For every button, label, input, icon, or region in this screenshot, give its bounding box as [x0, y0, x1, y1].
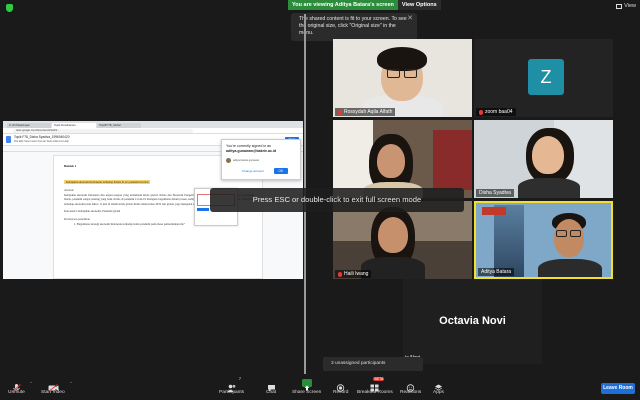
- bakrie-logo-icon: [482, 207, 506, 215]
- signin-ok-button: OK: [273, 168, 288, 174]
- breakout-rooms-button[interactable]: BETA Breakout Rooms: [357, 377, 393, 395]
- participants-count: 7: [238, 377, 242, 381]
- browser-url: docs.google.com/document/d/1wZ3...: [13, 128, 193, 133]
- share-screen-icon: [301, 379, 312, 391]
- background-cloth: [433, 130, 472, 190]
- participant-face: [532, 136, 564, 174]
- participant-face: [554, 219, 584, 257]
- video-tile[interactable]: Rossydah Aqila Alfath: [333, 39, 472, 117]
- zoom-meeting-screen: You are viewing Aditya Batara's screen V…: [0, 0, 640, 400]
- security-shield-icon[interactable]: [6, 4, 13, 12]
- signin-popup: You're currently signed in as aditya.gun…: [221, 139, 301, 180]
- video-tile-no-video[interactable]: Octavia Novi ia Novi: [403, 279, 542, 364]
- signin-email: aditya.gunawan@bakrie.ac.id: [226, 149, 277, 153]
- doc-comment-button: [197, 208, 209, 211]
- participant-name-label: Haili Iwang: [344, 271, 369, 277]
- viewing-banner: You are viewing Aditya Batara's screen V…: [288, 0, 441, 10]
- video-tile[interactable]: Disha Syadiva: [474, 120, 613, 198]
- video-tile[interactable]: [333, 120, 472, 198]
- chevron-up-icon[interactable]: ^: [70, 380, 72, 385]
- participant-face: [377, 144, 405, 178]
- participant-name: zoom baa04: [476, 108, 516, 116]
- participants-button[interactable]: 7 Participants: [219, 377, 244, 395]
- participant-name-label: zoom baa04: [485, 109, 513, 115]
- apps-icon: [434, 379, 443, 391]
- smile-icon: [406, 379, 415, 392]
- participant-body: [538, 259, 602, 277]
- glasses: [404, 69, 417, 78]
- fit-screen-tooltip: The shared content is fit to your screen…: [291, 13, 417, 41]
- signin-account: aditya.batara.gunawan: [226, 158, 296, 163]
- view-button-label: View: [624, 3, 636, 9]
- doc-highlighted-title: Kebijakan ekonomi Indonesia terhadap Kri…: [64, 180, 151, 184]
- participant-name: Disha Syadiva: [476, 189, 514, 197]
- mic-muted-icon: [338, 271, 342, 277]
- view-options-button[interactable]: View Options: [397, 0, 441, 10]
- glasses: [556, 230, 567, 237]
- leave-room-button[interactable]: Leave Room: [601, 383, 635, 394]
- video-tile[interactable]: Z zoom baa04: [474, 39, 613, 117]
- participant-name-label: Rossydah Aqila Alfath: [344, 109, 393, 115]
- change-account-link: Change account: [242, 169, 264, 173]
- video-tile[interactable]: Haili Iwang: [333, 201, 472, 279]
- doc-menu: File Edit View Insert Format Tools Add-o…: [14, 140, 69, 143]
- signin-account-name: aditya.batara.gunawan: [233, 159, 260, 162]
- doc-title: Topik F78_Disha Syadiva_1996040420: [14, 135, 70, 139]
- participant-name: Haili Iwang: [335, 270, 372, 278]
- participant-name-label: Aditya Batara: [481, 269, 512, 275]
- meeting-toolbar: Unmute ^ Start Video ^ 7 Participants Ch…: [0, 375, 640, 400]
- google-docs-logo-icon: [6, 136, 11, 143]
- participant-name-label: Disha Syadiva: [479, 190, 511, 196]
- chat-icon: [267, 379, 276, 392]
- chat-button[interactable]: Chat: [266, 379, 276, 395]
- record-button[interactable]: Record: [333, 379, 348, 395]
- record-icon: [336, 379, 345, 392]
- participant-body: [518, 178, 580, 198]
- mic-muted-icon: [479, 109, 483, 115]
- mic-off-icon: [12, 379, 21, 392]
- apps-button[interactable]: Apps: [433, 379, 444, 395]
- tooltip-text: The shared content is fit to your screen…: [299, 16, 407, 36]
- browser-tab: TopicB ITB_Global: [97, 123, 141, 128]
- participant-name: Rossydah Aqila Alfath: [335, 108, 396, 116]
- participant-avatar-initial: Z: [528, 59, 564, 95]
- participant-name: Aditya Batara: [478, 268, 515, 276]
- viewing-label: You are viewing Aditya Batara's screen: [288, 0, 398, 10]
- chevron-up-icon[interactable]: ^: [30, 380, 32, 385]
- video-tile-active-speaker[interactable]: Aditya Batara: [474, 201, 613, 279]
- mic-muted-icon: [338, 109, 342, 115]
- beta-badge: BETA: [373, 377, 385, 381]
- browser-tab: G UN Pekalongan: [7, 123, 51, 128]
- participant-hair: [377, 47, 427, 71]
- signin-actions: Change account OK: [242, 168, 288, 174]
- start-video-button[interactable]: Start Video: [41, 379, 65, 395]
- browser-tab: Topik Pemahaman...: [52, 123, 96, 128]
- people-icon: 7: [227, 377, 241, 392]
- browser-tab-bar: G UN Pekalongan Topik Pemahaman... Topic…: [3, 121, 303, 128]
- reactions-button[interactable]: Reactions: [400, 379, 421, 395]
- unassigned-participants-notice[interactable]: 3 unassigned participants: [323, 357, 423, 371]
- share-screen-button[interactable]: Share Screen: [292, 379, 321, 395]
- grid-view-icon: [616, 3, 623, 9]
- participant-face: [378, 217, 408, 253]
- avatar: [226, 158, 231, 163]
- participant-display-name: Octavia Novi: [439, 315, 506, 327]
- view-button[interactable]: View: [616, 3, 636, 9]
- glasses: [570, 230, 581, 237]
- glasses: [387, 69, 400, 78]
- video-off-icon: [48, 379, 59, 392]
- breakout-rooms-icon: BETA: [370, 377, 385, 392]
- close-icon[interactable]: ✕: [407, 15, 413, 22]
- exit-fullscreen-overlay: Press ESC or double-click to exit full s…: [210, 188, 464, 212]
- unmute-button[interactable]: Unmute: [8, 379, 25, 395]
